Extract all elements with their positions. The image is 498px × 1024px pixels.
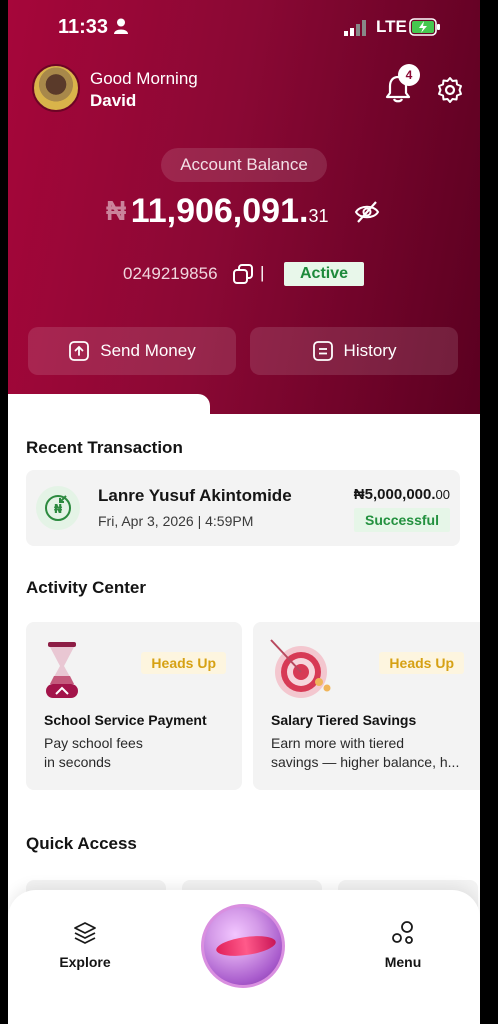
card-description-line: savings — higher balance, h...: [271, 754, 460, 770]
status-time: 11:33: [58, 16, 109, 38]
account-number: 0249219856: [123, 264, 218, 283]
card-description-line: in seconds: [44, 754, 111, 770]
account-status-badge: Active: [284, 262, 364, 286]
quick-access-title: Quick Access: [26, 834, 137, 853]
greeting-text: Good Morning: [90, 69, 198, 88]
history-button[interactable]: History: [250, 327, 458, 375]
signal-icon: [344, 20, 366, 36]
avatar[interactable]: [32, 64, 80, 112]
phone-screen: 11:33 LTE Good Morning David 4 Account B…: [8, 0, 480, 1024]
transaction-name: Lanre Yusuf Akintomide: [98, 486, 292, 505]
card-title: Salary Tiered Savings: [271, 712, 417, 728]
eye-off-icon[interactable]: [354, 200, 380, 224]
card-description-line: Pay school fees: [44, 735, 143, 751]
heads-up-badge: Heads Up: [141, 652, 226, 674]
card-description-line: Earn more with tiered: [271, 735, 405, 751]
account-balance: ₦ 11,906,091.31: [106, 192, 328, 231]
balance-label: Account Balance: [161, 148, 327, 182]
nav-explore-label: Explore: [59, 954, 111, 970]
account-hero: 11:33 LTE Good Morning David 4 Account B…: [8, 0, 480, 440]
person-icon: [114, 18, 128, 34]
transaction-item[interactable]: ₦ Lanre Yusuf Akintomide Fri, Apr 3, 202…: [26, 470, 460, 546]
activity-card[interactable]: Heads Up School Service Payment Pay scho…: [26, 622, 242, 790]
recent-transaction-title: Recent Transaction: [26, 438, 183, 457]
notification-badge: 4: [398, 64, 420, 86]
transaction-amount-main: ₦5,000,000.: [353, 486, 436, 503]
user-name: David: [90, 91, 137, 110]
heads-up-badge: Heads Up: [379, 652, 464, 674]
layers-icon: [74, 922, 96, 944]
target-icon: [270, 639, 331, 698]
exchange-icon: ₦: [36, 486, 80, 530]
hourglass-icon: [46, 642, 78, 698]
transaction-amount-decimal: 00: [435, 487, 450, 502]
balance-decimal: 31: [308, 206, 329, 226]
copy-icon[interactable]: [232, 263, 254, 285]
gear-icon[interactable]: [436, 76, 464, 104]
separator: |: [260, 263, 265, 282]
assistant-orb-button[interactable]: [201, 904, 285, 988]
history-icon: [312, 341, 333, 361]
sheet-tab: [8, 394, 210, 420]
bottom-nav: Explore Menu: [8, 890, 480, 1024]
card-description: Pay school fees in seconds: [44, 734, 240, 772]
menu-circles-icon: [392, 921, 413, 944]
nav-menu[interactable]: Menu: [358, 920, 448, 970]
activity-center-title: Activity Center: [26, 578, 146, 597]
svg-text:₦: ₦: [54, 502, 63, 516]
nav-menu-label: Menu: [384, 954, 422, 970]
card-title: School Service Payment: [44, 712, 207, 728]
transaction-amount: ₦5,000,000.00: [354, 486, 450, 503]
orb-swirl: [215, 932, 277, 960]
activity-card[interactable]: Heads Up Salary Tiered Savings Earn more…: [253, 622, 480, 790]
history-label: History: [343, 341, 397, 360]
network-label: LTE: [376, 17, 407, 36]
balance-main: 11,906,091.: [130, 192, 309, 230]
nav-explore[interactable]: Explore: [40, 920, 130, 970]
battery-icon: [409, 18, 440, 36]
greeting-block: Good Morning David: [90, 68, 198, 112]
send-money-button[interactable]: Send Money: [28, 327, 236, 375]
transaction-date: Fri, Apr 3, 2026 | 4:59PM: [98, 513, 254, 529]
card-description: Earn more with tiered savings — higher b…: [271, 734, 467, 772]
send-money-label: Send Money: [100, 341, 196, 360]
currency-symbol: ₦: [106, 195, 127, 226]
transaction-status-badge: Successful: [354, 508, 450, 532]
status-bar: 11:33 LTE: [8, 0, 480, 56]
upload-icon: [69, 341, 90, 361]
